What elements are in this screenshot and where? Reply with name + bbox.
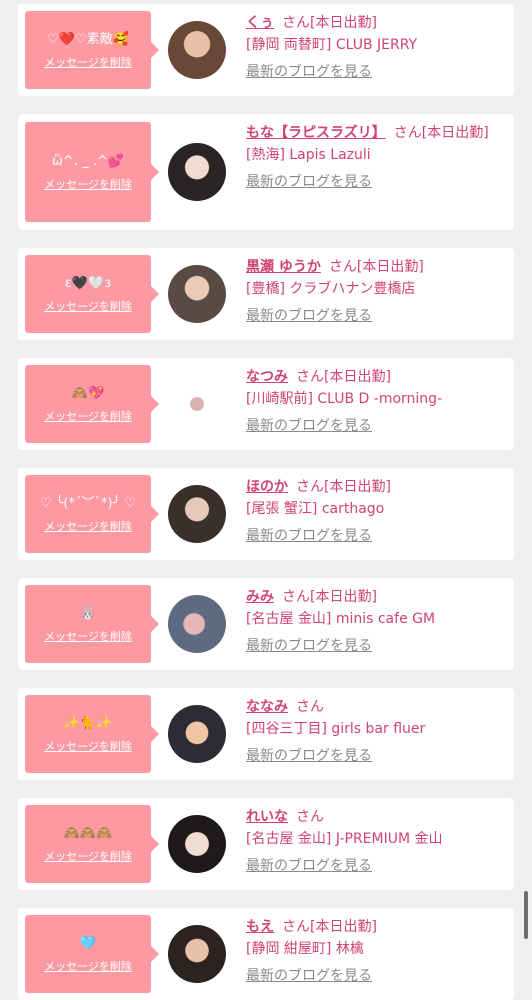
- cast-name-link[interactable]: ななみ: [246, 699, 288, 715]
- blog-link[interactable]: 最新のブログを見る: [246, 966, 372, 986]
- avatar[interactable]: [168, 143, 226, 201]
- san-label: さん: [296, 479, 324, 495]
- message-bubble: 🐰 メッセージを削除: [25, 585, 159, 663]
- cast-name-link[interactable]: 黒瀬 ゆうか: [246, 259, 321, 275]
- cast-info: れいな さん [名古屋 金山] J-PREMIUM 金山 最新のブログを見る: [246, 806, 508, 877]
- cast-info: 黒瀬 ゆうか さん[本日出勤] [豊橋] クラブハナン豊橋店 最新のブログを見る: [246, 256, 508, 327]
- blog-link[interactable]: 最新のブログを見る: [246, 636, 372, 656]
- blog-link[interactable]: 最新のブログを見る: [246, 856, 372, 876]
- message-bubble: 🩵 メッセージを削除: [25, 915, 159, 993]
- delete-message-link[interactable]: メッセージを削除: [44, 56, 132, 70]
- message-bubble: ✨🐈✨ メッセージを削除: [25, 695, 159, 773]
- san-label: さん: [296, 699, 324, 715]
- san-label: さん: [393, 125, 422, 141]
- avatar[interactable]: [168, 265, 226, 323]
- avatar[interactable]: [168, 705, 226, 763]
- delete-message-link[interactable]: メッセージを削除: [44, 630, 132, 644]
- cast-name-link[interactable]: ほのか: [246, 479, 288, 495]
- avatar[interactable]: [168, 815, 226, 873]
- message-bubble: ♡ ╰(*´︶`*)╯ ♡ メッセージを削除: [25, 475, 159, 553]
- message-text: ♡❤️♡素敵🥰: [47, 31, 129, 47]
- cast-info: みみ さん[本日出勤] [名古屋 金山] minis cafe GM 最新のブログ…: [246, 586, 508, 657]
- delete-message-link[interactable]: メッセージを削除: [44, 178, 132, 192]
- san-label: さん: [328, 259, 357, 275]
- san-label: さん: [282, 919, 310, 935]
- delete-message-link[interactable]: メッセージを削除: [44, 960, 132, 974]
- shop-name: [豊橋] クラブハナン豊橋店: [246, 281, 416, 297]
- delete-message-link[interactable]: メッセージを削除: [44, 740, 132, 754]
- delete-message-link[interactable]: メッセージを削除: [44, 520, 132, 534]
- cast-name-link[interactable]: みみ: [246, 589, 274, 605]
- message-bubble: 🙈🙈🙈 メッセージを削除: [25, 805, 159, 883]
- avatar[interactable]: [168, 375, 226, 433]
- shop-name: [尾張 蟹江] carthago: [246, 501, 385, 517]
- message-text: ♡ ╰(*´︶`*)╯ ♡: [39, 495, 137, 511]
- list-item: ♡ ╰(*´︶`*)╯ ♡ メッセージを削除 ほのか さん[本日出勤] [尾張 蟹…: [18, 468, 514, 560]
- blog-link[interactable]: 最新のブログを見る: [246, 172, 372, 192]
- list-item: 🐰 メッセージを削除 みみ さん[本日出勤] [名古屋 金山] minis caf…: [18, 578, 514, 670]
- shop-name: [川崎駅前] CLUB D -morning-: [246, 391, 443, 407]
- attendance-status: [本日出勤]: [421, 125, 489, 141]
- avatar[interactable]: [168, 485, 226, 543]
- cast-info: くぅ さん[本日出勤] [静岡 両替町] CLUB JERRY 最新のブログを見る: [246, 12, 508, 83]
- blog-link[interactable]: 最新のブログを見る: [246, 746, 372, 766]
- message-text: 🐰: [79, 605, 97, 621]
- list-item: ὣ^. _ .^💕 メッセージを削除 もな【ラピスラズリ】 さん[本日出勤] [熱…: [18, 114, 514, 230]
- avatar[interactable]: [168, 595, 226, 653]
- list-item: 🙈🙈🙈 メッセージを削除 れいな さん [名古屋 金山] J-PREMIUM 金山…: [18, 798, 514, 890]
- shop-name: [名古屋 金山] J-PREMIUM 金山: [246, 831, 443, 847]
- list-item: 🙈💖 メッセージを削除 なつみ さん[本日出勤] [川崎駅前] CLUB D -m…: [18, 358, 514, 450]
- list-item: ♡❤️♡素敵🥰 メッセージを削除 くぅ さん[本日出勤] [静岡 両替町] CLU…: [18, 4, 514, 96]
- message-bubble: ɛ🖤🤍ɜ メッセージを削除: [25, 255, 159, 333]
- shop-name: [四谷三丁目] girls bar fluer: [246, 721, 426, 737]
- delete-message-link[interactable]: メッセージを削除: [44, 300, 132, 314]
- list-item: 🩵 メッセージを削除 もえ さん[本日出勤] [静岡 紺屋町] 林檎 最新のブログ…: [18, 908, 514, 1000]
- cast-info: もえ さん[本日出勤] [静岡 紺屋町] 林檎 最新のブログを見る: [246, 916, 508, 987]
- delete-message-link[interactable]: メッセージを削除: [44, 850, 132, 864]
- shop-name: [静岡 両替町] CLUB JERRY: [246, 37, 418, 53]
- san-label: さん: [296, 809, 324, 825]
- attendance-status: [本日出勤]: [310, 919, 377, 935]
- list-item: ✨🐈✨ メッセージを削除 ななみ さん [四谷三丁目] girls bar flu…: [18, 688, 514, 780]
- attendance-status: [本日出勤]: [356, 259, 424, 275]
- shop-name: [静岡 紺屋町] 林檎: [246, 941, 364, 957]
- cast-info: ななみ さん [四谷三丁目] girls bar fluer 最新のブログを見る: [246, 696, 508, 767]
- shop-name: [名古屋 金山] minis cafe GM: [246, 611, 436, 627]
- message-bubble: 🙈💖 メッセージを削除: [25, 365, 159, 443]
- cast-name-link[interactable]: もえ: [246, 919, 274, 935]
- cast-name-link[interactable]: れいな: [246, 809, 288, 825]
- message-text: 🙈🙈🙈: [63, 825, 113, 841]
- attendance-status: [本日出勤]: [324, 369, 391, 385]
- cast-info: もな【ラピスラズリ】 さん[本日出勤] [熱海] Lapis Lazuli 最新の…: [246, 122, 508, 193]
- cast-name-link[interactable]: もな【ラピスラズリ】: [246, 125, 386, 141]
- blog-link[interactable]: 最新のブログを見る: [246, 416, 372, 436]
- cast-name-link[interactable]: くぅ: [246, 15, 274, 31]
- cast-info: ほのか さん[本日出勤] [尾張 蟹江] carthago 最新のブログを見る: [246, 476, 508, 547]
- san-label: さん: [282, 15, 310, 31]
- cast-info: なつみ さん[本日出勤] [川崎駅前] CLUB D -morning- 最新のブ…: [246, 366, 508, 437]
- list-item: ɛ🖤🤍ɜ メッセージを削除 黒瀬 ゆうか さん[本日出勤] [豊橋] クラブハナン…: [18, 248, 514, 340]
- message-bubble: ♡❤️♡素敵🥰 メッセージを削除: [25, 11, 159, 89]
- san-label: さん: [282, 589, 310, 605]
- message-text: ɛ🖤🤍ɜ: [64, 275, 112, 291]
- message-text: ὣ^. _ .^💕: [52, 153, 124, 169]
- message-text: 🙈💖: [71, 385, 105, 401]
- attendance-status: [本日出勤]: [310, 15, 377, 31]
- attendance-status: [本日出勤]: [324, 479, 391, 495]
- blog-link[interactable]: 最新のブログを見る: [246, 526, 372, 546]
- blog-link[interactable]: 最新のブログを見る: [246, 306, 372, 326]
- cast-name-link[interactable]: なつみ: [246, 369, 288, 385]
- message-text: ✨🐈✨: [63, 715, 113, 731]
- message-bubble: ὣ^. _ .^💕 メッセージを削除: [25, 122, 159, 222]
- blog-link[interactable]: 最新のブログを見る: [246, 62, 372, 82]
- message-text: 🩵: [79, 935, 97, 951]
- delete-message-link[interactable]: メッセージを削除: [44, 410, 132, 424]
- attendance-status: [本日出勤]: [310, 589, 377, 605]
- san-label: さん: [296, 369, 324, 385]
- avatar[interactable]: [168, 21, 226, 79]
- shop-name: [熱海] Lapis Lazuli: [246, 147, 371, 163]
- scrollbar-thumb[interactable]: [524, 891, 528, 939]
- avatar[interactable]: [168, 925, 226, 983]
